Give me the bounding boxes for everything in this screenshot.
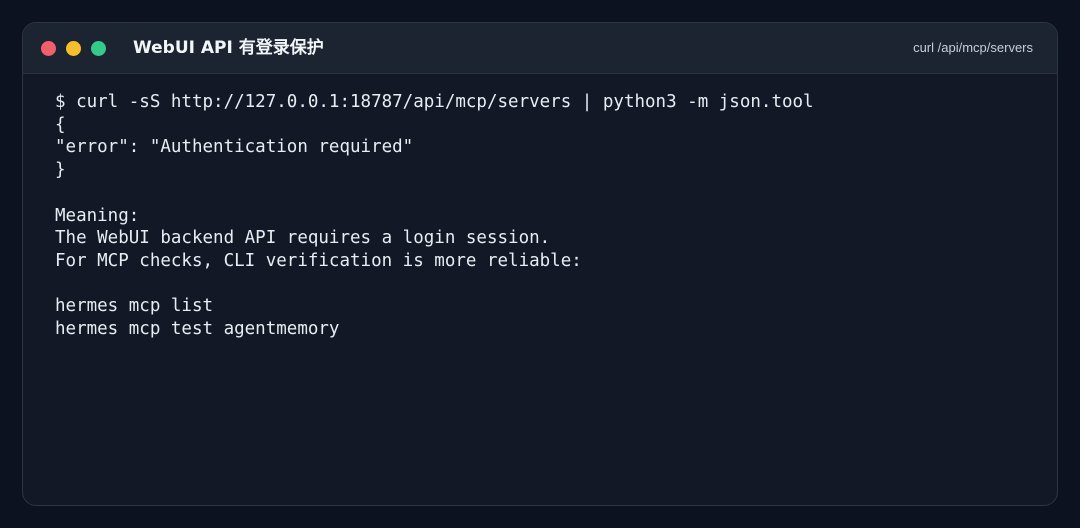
terminal-line-hermes-list: hermes mcp list	[55, 296, 214, 317]
terminal-line-blank-1	[55, 182, 1037, 205]
terminal-window: WebUI API 有登录保护 curl /api/mcp/servers $ …	[22, 22, 1058, 506]
zoom-window-button[interactable]	[91, 41, 106, 56]
terminal-line-webui-api: The WebUI backend API requires a login s…	[55, 228, 551, 249]
window-controls	[41, 41, 106, 56]
window-subtitle: curl /api/mcp/servers	[913, 40, 1033, 55]
terminal-line-hermes-test: hermes mcp test agentmemory	[55, 319, 340, 339]
terminal-line-mcp-checks: For MCP checks, CLI verification is more…	[55, 250, 582, 271]
terminal-line-json-close: }	[55, 160, 66, 181]
terminal-line-blank-2	[55, 273, 1037, 296]
terminal-line-error: "error": "Authentication required"	[55, 137, 414, 158]
terminal-line-command: $ curl -sS http://127.0.0.1:18787/api/mc…	[55, 92, 814, 112]
terminal-output: $ curl -sS http://127.0.0.1:18787/api/mc…	[55, 91, 1037, 341]
minimize-window-button[interactable]	[66, 41, 81, 56]
terminal-line-json-open: {	[55, 114, 66, 135]
close-window-button[interactable]	[41, 41, 56, 56]
window-titlebar: WebUI API 有登录保护 curl /api/mcp/servers	[23, 23, 1057, 74]
window-title: WebUI API 有登录保护	[133, 38, 324, 58]
terminal-line-meaning: Meaning:	[55, 205, 140, 226]
